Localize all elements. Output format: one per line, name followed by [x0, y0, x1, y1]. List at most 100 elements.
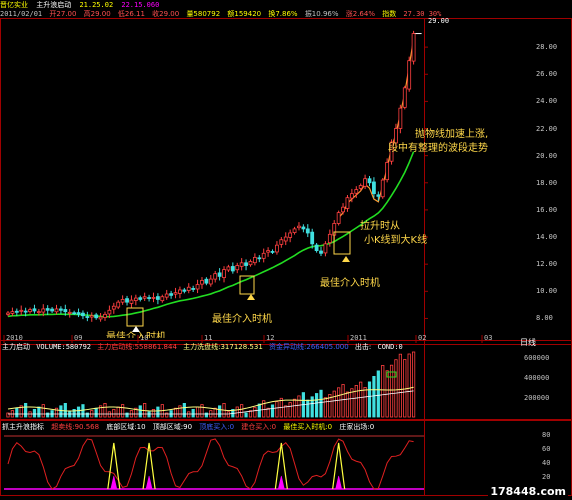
- volume-bar: [156, 406, 160, 418]
- time-axis-label: 2011: [350, 334, 367, 342]
- volume-bar: [191, 408, 195, 418]
- annotation-best-entry-1: 最佳介入时机: [320, 278, 380, 289]
- volume-bar: [341, 384, 345, 418]
- candle-body: [81, 312, 85, 317]
- candle-body: [226, 266, 231, 271]
- time-axis-label: 02: [418, 334, 427, 342]
- candle-body: [14, 310, 19, 313]
- candle-body: [111, 305, 116, 310]
- volume-bar: [173, 407, 178, 418]
- candle-body: [217, 272, 222, 277]
- candle-body: [314, 244, 319, 252]
- candle-body: [204, 278, 209, 284]
- annotation-parabolic-2: 段中有整理的波段走势: [388, 143, 488, 154]
- candle-body: [407, 60, 412, 90]
- candle-body: [270, 251, 275, 253]
- high-price-marker: 29.00: [428, 17, 450, 25]
- candle-body: [76, 312, 81, 315]
- period-title[interactable]: 日线: [520, 337, 536, 348]
- volume-bar: [359, 381, 363, 418]
- volume-bar: [323, 397, 328, 418]
- volume-bar: [195, 406, 200, 418]
- candle-body: [120, 299, 125, 303]
- candle-body: [275, 244, 279, 253]
- candle-body: [200, 280, 204, 285]
- candle-body: [155, 296, 160, 300]
- candle-body: [411, 33, 416, 62]
- volume-bar: [94, 407, 98, 418]
- candle-body: [319, 250, 323, 254]
- candle-body: [349, 193, 354, 199]
- volume-bar: [270, 404, 275, 418]
- volume-bar: [244, 412, 248, 418]
- volume-axis-label: 400000: [524, 374, 550, 382]
- candle-body: [63, 309, 68, 313]
- candle-body: [252, 256, 257, 264]
- volume-bar: [288, 402, 292, 418]
- candle-body: [367, 178, 372, 184]
- candle-body: [32, 308, 37, 312]
- price-axis-label: 12.00: [536, 260, 558, 269]
- volume-panel-header: 主力启动 VOLUME:580792 主力启动线:558861.844 主力洗盘…: [2, 342, 403, 352]
- candle-body: [372, 181, 376, 195]
- candle-body: [125, 298, 129, 303]
- bottom-axis-label: 80: [542, 431, 551, 439]
- time-axis-label: 11: [204, 334, 213, 342]
- volume-bar: [37, 406, 41, 418]
- bottom-axis-label: 20: [542, 473, 551, 481]
- ma-line: [7, 151, 415, 318]
- volume-bar: [337, 387, 341, 418]
- volume-bar: [345, 391, 350, 418]
- annotation-best-entry-3: 最佳介入时机: [106, 332, 166, 338]
- volume-bar: [284, 405, 288, 418]
- annotation-lift-2: 小K线到大K线: [364, 235, 428, 246]
- signal-marker: [335, 475, 342, 490]
- candle-body: [354, 189, 359, 194]
- candle-body: [36, 311, 41, 314]
- candle-body: [41, 308, 46, 313]
- candle-body: [147, 297, 151, 299]
- candle-body: [45, 308, 50, 311]
- candle-body: [67, 311, 72, 314]
- annotation-best-entry-2: 最佳介入时机: [212, 314, 272, 325]
- candle-body: [380, 179, 385, 198]
- volume-bar: [297, 395, 301, 418]
- candle-body: [398, 107, 403, 129]
- volume-bar: [63, 402, 67, 418]
- bottom-ind2: 底部区域:10: [106, 423, 146, 431]
- bottom-panel-name[interactable]: 抓主升浪指标: [2, 423, 44, 431]
- candle-body: [129, 299, 134, 304]
- candle-body: [94, 314, 99, 319]
- bottom-ind5: 建仓买入:0: [241, 423, 277, 431]
- candle-body: [402, 87, 407, 108]
- candle-body: [19, 309, 24, 312]
- volume-label: VOLUME:580792: [36, 343, 92, 351]
- volume-bar: [275, 401, 279, 418]
- time-axis-label: 03: [484, 334, 493, 342]
- volume-bar: [138, 405, 142, 418]
- candle-body: [182, 289, 187, 292]
- signal-marker: [110, 475, 118, 490]
- volume-bar: [76, 406, 81, 418]
- candle-body: [385, 162, 390, 181]
- candle-body: [116, 301, 121, 308]
- candle-body: [98, 316, 103, 320]
- volume-panel-name[interactable]: 主力启动: [2, 343, 30, 351]
- volume-bar: [292, 398, 297, 418]
- volume-axis-label: 200000: [524, 394, 550, 402]
- candle-body: [6, 312, 10, 315]
- signal-marker: [278, 475, 285, 490]
- candle-body: [336, 212, 341, 224]
- candle-body: [23, 310, 28, 313]
- volume-bar: [24, 402, 28, 418]
- volume-ind2: 主力洗盘线:317128.531: [183, 343, 263, 351]
- volume-bar: [81, 404, 85, 418]
- main-panel-border: [0, 18, 572, 345]
- volume-bar: [200, 404, 204, 418]
- candle-body: [160, 296, 165, 302]
- volume-bar: [315, 393, 319, 418]
- candle-body: [363, 178, 367, 187]
- volume-bar: [103, 402, 107, 418]
- bottom-ind4: 顶底买入:0: [199, 423, 235, 431]
- candle-body: [358, 185, 363, 189]
